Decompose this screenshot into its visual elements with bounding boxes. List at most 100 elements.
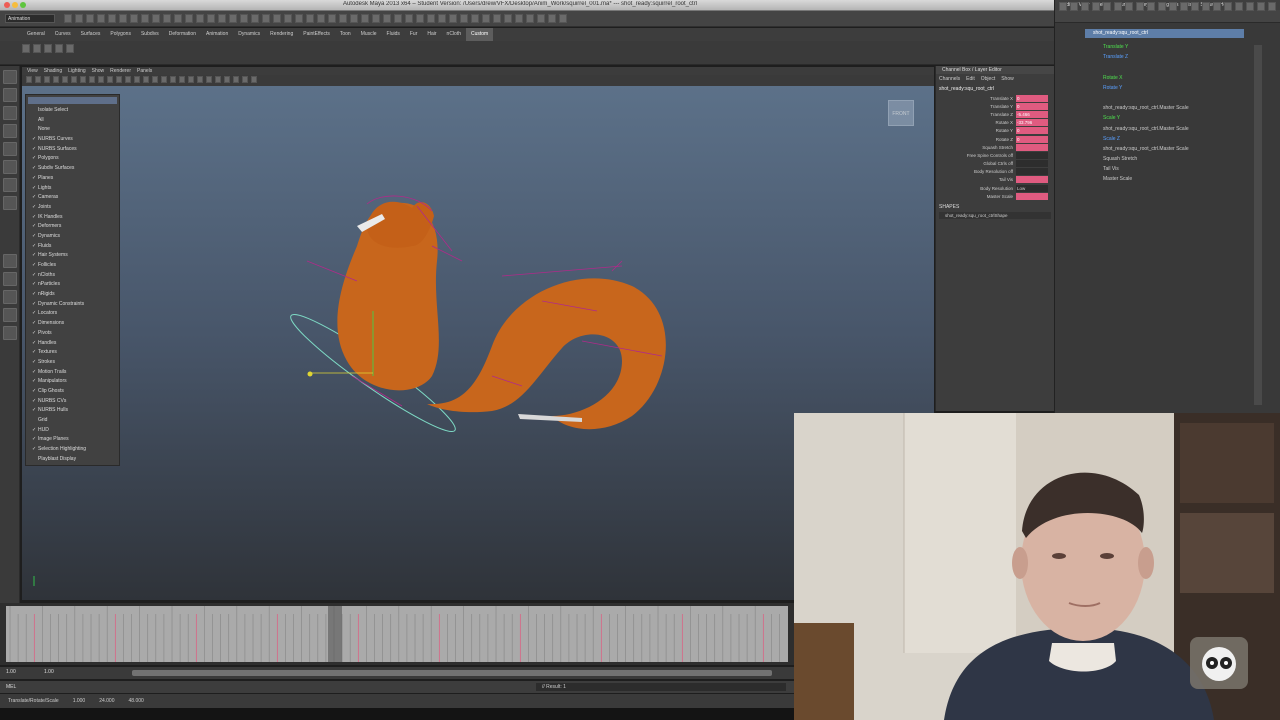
viewport-menu-panels[interactable]: Panels: [137, 67, 152, 75]
four-pane-layout-icon[interactable]: [3, 272, 17, 286]
channel-label[interactable]: Master Scale: [936, 194, 1016, 199]
shelf-tab-deformation[interactable]: Deformation: [164, 28, 201, 41]
show-menu-item[interactable]: ✓ nParticles: [26, 280, 119, 290]
show-menu-item[interactable]: ✓ Joints: [26, 203, 119, 213]
show-menu-item[interactable]: ✓ IK Handles: [26, 213, 119, 223]
show-menu-item[interactable]: ✓ nRigids: [26, 290, 119, 300]
show-menu-item[interactable]: ✓ Planes: [26, 174, 119, 184]
shape-name[interactable]: shot_ready:squ_root_ctrlShape: [939, 212, 1051, 220]
show-menu-item[interactable]: Isolate Select: [26, 106, 119, 116]
channel-value-field[interactable]: -33.796: [1016, 119, 1048, 127]
channel-value-field[interactable]: [1016, 168, 1048, 176]
channel-label[interactable]: Body Resolution off: [936, 169, 1016, 174]
channel-label[interactable]: Translate Y: [936, 104, 1016, 109]
outliner-layout-icon[interactable]: [3, 308, 17, 322]
channel-value-field[interactable]: [1016, 143, 1048, 151]
window-controls[interactable]: [4, 2, 28, 10]
shelf-tab-animation[interactable]: Animation: [201, 28, 233, 41]
outliner-attribute-row[interactable]: [1055, 93, 1280, 103]
show-menu-item[interactable]: ✓ Image Planes: [26, 435, 119, 445]
shelf-tab-fur[interactable]: Fur: [405, 28, 423, 41]
channel-value-field[interactable]: [1016, 160, 1048, 168]
graph-scrollbar[interactable]: [1254, 45, 1262, 405]
show-menu-item[interactable]: ✓ Follicles: [26, 261, 119, 271]
shelf-tab-custom[interactable]: Custom: [466, 28, 494, 41]
viewport-menu-show[interactable]: Show: [92, 67, 105, 75]
select-tool-icon[interactable]: [3, 70, 17, 84]
outliner-attribute-row[interactable]: shot_ready:squ_root_ctrl.Master Scale: [1055, 124, 1280, 134]
channel-value-field[interactable]: -5.466: [1016, 110, 1048, 118]
outliner-attribute-row[interactable]: Rotate X: [1055, 73, 1280, 83]
shelf-buttons[interactable]: [22, 44, 74, 53]
outliner-attribute-row[interactable]: Squash Stretch: [1055, 154, 1280, 164]
channel-value-field[interactable]: 0: [1016, 102, 1048, 110]
channel-box-tab-channels[interactable]: Channels: [939, 76, 960, 82]
viewport-menu-lighting[interactable]: Lighting: [68, 67, 86, 75]
show-menu-item[interactable]: ✓ Selection Highlighting: [26, 445, 119, 455]
outliner-attribute-row[interactable]: Tail Vis: [1055, 164, 1280, 174]
shelf-tab-painteffects[interactable]: PaintEffects: [298, 28, 335, 41]
show-menu-item[interactable]: ✓ Clip Ghosts: [26, 387, 119, 397]
maximize-icon[interactable]: [20, 2, 26, 8]
channel-label[interactable]: Rotate Z: [936, 137, 1016, 142]
channel-value-field[interactable]: [1016, 151, 1048, 159]
viewport-toolbar-icons[interactable]: [26, 76, 257, 83]
show-menu-item[interactable]: ✓ NURBS CVs: [26, 397, 119, 407]
shelf-tab-rendering[interactable]: Rendering: [265, 28, 298, 41]
show-menu-item[interactable]: ✓ Handles: [26, 339, 119, 349]
selected-object-name[interactable]: shot_ready:squ_root_ctrl: [936, 84, 1054, 94]
show-menu-item[interactable]: All: [26, 116, 119, 126]
channel-value-field[interactable]: Low: [1016, 184, 1048, 192]
two-pane-layout-icon[interactable]: [3, 290, 17, 304]
view-cube[interactable]: FRONT: [888, 100, 914, 126]
command-language[interactable]: MEL: [6, 684, 16, 690]
minimize-icon[interactable]: [12, 2, 18, 8]
shelf-tab-polygons[interactable]: Polygons: [105, 28, 136, 41]
range-bar[interactable]: [132, 670, 772, 676]
playback-start-field[interactable]: 1.00: [44, 669, 54, 675]
rotate-tool-icon[interactable]: [3, 142, 17, 156]
outliner-attribute-row[interactable]: Translate Y: [1055, 42, 1280, 52]
show-menu-item[interactable]: ✓ Dynamics: [26, 232, 119, 242]
shelf-tab-curves[interactable]: Curves: [50, 28, 76, 41]
show-menu-item[interactable]: Grid: [26, 416, 119, 426]
shelf-tab-muscle[interactable]: Muscle: [356, 28, 382, 41]
channel-value-field[interactable]: [1016, 192, 1048, 200]
channel-value-field[interactable]: [1016, 176, 1048, 184]
outliner-attribute-row[interactable]: Master Scale: [1055, 174, 1280, 184]
channel-label[interactable]: Rotate X: [936, 120, 1016, 125]
outliner-selected-item[interactable]: shot_ready:squ_root_ctrl: [1085, 29, 1244, 38]
close-icon[interactable]: [4, 2, 10, 8]
show-menu-item[interactable]: ✓ NURBS Hulls: [26, 406, 119, 416]
channel-label[interactable]: Translate X: [936, 96, 1016, 101]
show-menu-item[interactable]: Playblast Display: [26, 455, 119, 465]
scale-tool-icon[interactable]: [3, 160, 17, 174]
show-menu-item[interactable]: ✓ Lights: [26, 184, 119, 194]
shelf-tab-general[interactable]: General: [22, 28, 50, 41]
last-tool-icon[interactable]: [3, 196, 17, 210]
show-menu-item[interactable]: ✓ NURBS Surfaces: [26, 145, 119, 155]
outliner-attribute-row[interactable]: Scale Y: [1055, 113, 1280, 123]
single-pane-layout-icon[interactable]: [3, 254, 17, 268]
outliner-attribute-row[interactable]: Translate Z: [1055, 52, 1280, 62]
shelf-tab-subdivs[interactable]: Subdivs: [136, 28, 164, 41]
outliner-attribute-row[interactable]: shot_ready:squ_root_ctrl.Master Scale: [1055, 144, 1280, 154]
show-menu-item[interactable]: ✓ Cameras: [26, 193, 119, 203]
channel-label[interactable]: Global Ctrls off: [936, 161, 1016, 166]
show-menu-item[interactable]: ✓ Fluids: [26, 242, 119, 252]
show-menu-item[interactable]: ✓ Motion Trails: [26, 368, 119, 378]
channel-box-tab-edit[interactable]: Edit: [966, 76, 975, 82]
shelf-tab-surfaces[interactable]: Surfaces: [76, 28, 106, 41]
viewport-menu-shading[interactable]: Shading: [44, 67, 62, 75]
channel-box-tab-show[interactable]: Show: [1001, 76, 1014, 82]
graph-editor-tools[interactable]: [1059, 2, 1276, 11]
outliner-attribute-row[interactable]: Scale Z: [1055, 134, 1280, 144]
range-slider[interactable]: 1.00 1.00: [0, 667, 794, 679]
show-menu-item[interactable]: ✓ Dimensions: [26, 319, 119, 329]
time-slider[interactable]: [0, 603, 794, 665]
show-menu-item[interactable]: ✓ Deformers: [26, 222, 119, 232]
show-menu-item[interactable]: ✓ NURBS Curves: [26, 135, 119, 145]
shelf-tab-dynamics[interactable]: Dynamics: [233, 28, 265, 41]
show-menu-item[interactable]: ✓ Strokes: [26, 358, 119, 368]
shelf-tab-fluids[interactable]: Fluids: [382, 28, 405, 41]
